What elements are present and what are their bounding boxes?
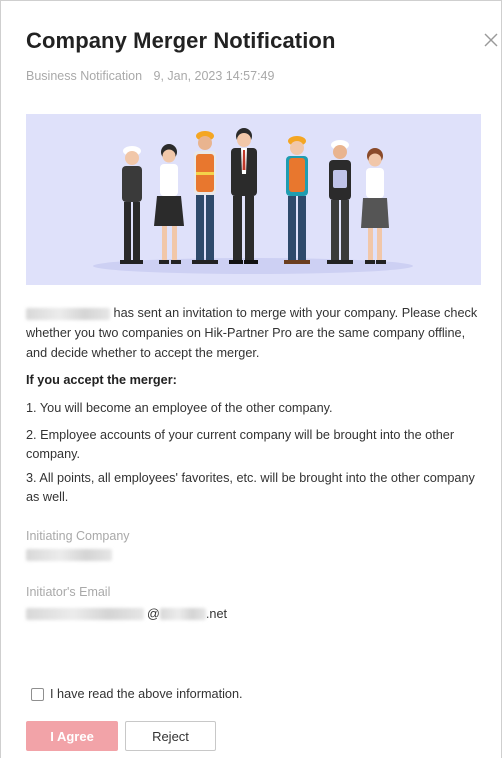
notification-timestamp: 9, Jan, 2023 14:57:49 bbox=[153, 69, 275, 83]
read-confirmation-label: I have read the above information. bbox=[50, 687, 243, 701]
email-at-sign: @ bbox=[147, 607, 160, 621]
merger-point-1: 1. You will become an employee of the ot… bbox=[26, 401, 333, 415]
invitation-text: has sent an invitation to merge with you… bbox=[26, 303, 486, 363]
redacted-company-name bbox=[26, 307, 110, 320]
redacted-email-domain bbox=[159, 608, 206, 620]
merger-notification-dialog: Company Merger Notification Business Not… bbox=[0, 0, 502, 758]
read-confirmation-checkbox[interactable] bbox=[31, 687, 44, 701]
redacted-company-value bbox=[26, 549, 112, 561]
merger-point-2: 2. Employee accounts of your current com… bbox=[26, 428, 455, 461]
accept-section-heading: If you accept the merger: bbox=[26, 373, 177, 387]
reject-button[interactable]: Reject bbox=[125, 721, 216, 751]
read-confirmation[interactable]: I have read the above information. bbox=[31, 687, 243, 701]
initiator-email-label: Initiator's Email bbox=[26, 585, 111, 599]
team-illustration bbox=[26, 114, 481, 285]
initiating-company-value bbox=[26, 549, 112, 561]
email-tld: .net bbox=[205, 607, 228, 621]
notification-category: Business Notification bbox=[26, 69, 143, 83]
dialog-title: Company Merger Notification bbox=[26, 28, 336, 53]
initiating-company-label: Initiating Company bbox=[26, 529, 130, 543]
merger-point-3: 3. All points, all employees' favorites,… bbox=[26, 471, 475, 504]
close-icon[interactable] bbox=[482, 31, 500, 49]
initiator-email-value: @ .net bbox=[26, 607, 227, 621]
notification-meta: Business Notification 9, Jan, 2023 14:57… bbox=[26, 69, 274, 83]
redacted-email-user bbox=[26, 608, 144, 620]
agree-button[interactable]: I Agree bbox=[26, 721, 118, 751]
